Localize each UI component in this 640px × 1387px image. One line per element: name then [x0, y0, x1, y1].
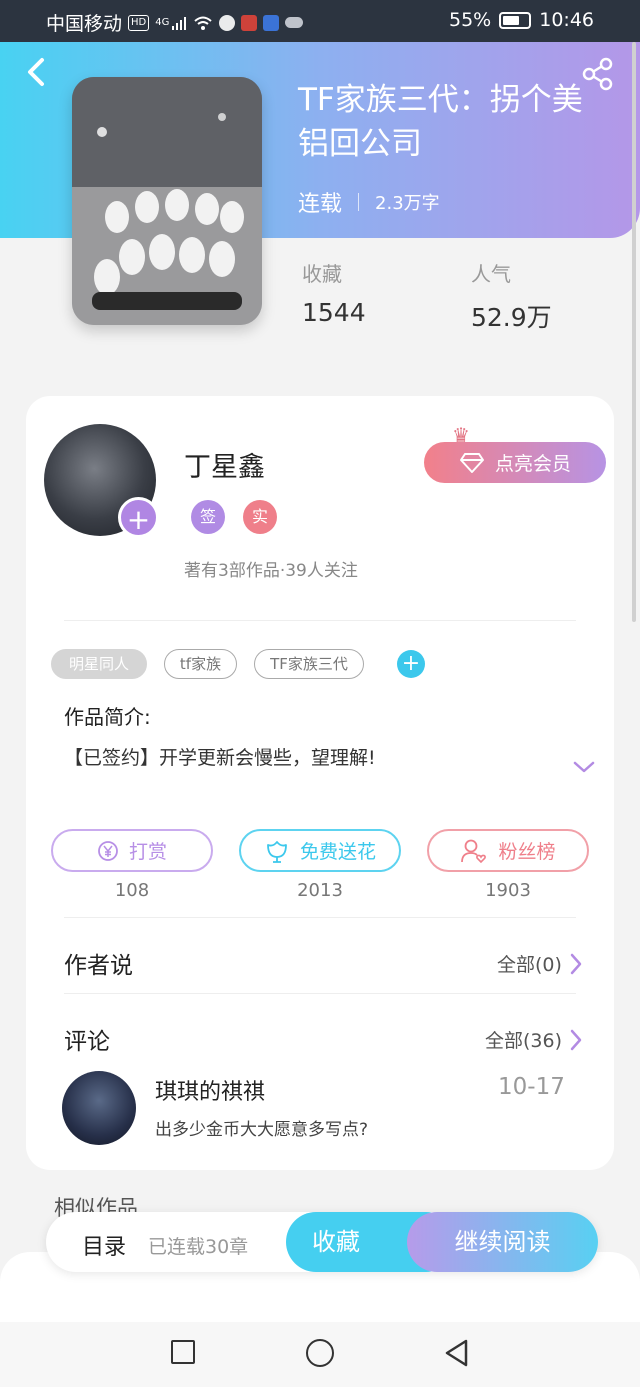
author-meta: 著有3部作品·39人关注: [184, 561, 358, 581]
continue-reading-button[interactable]: 继续阅读: [407, 1212, 598, 1272]
cloud-icon: [285, 17, 304, 28]
divider: [64, 993, 576, 994]
chevron-left-icon: [28, 58, 44, 86]
comments-more[interactable]: 全部(36): [485, 1026, 582, 1053]
battery-icon: [499, 11, 532, 29]
status-bar: 中国移动 HD 4G 55% 10:46: [0, 0, 640, 42]
send-flower-button[interactable]: 免费送花: [239, 829, 401, 872]
toc-button[interactable]: 目录: [82, 1229, 126, 1261]
signal-icon: [172, 16, 187, 30]
battery-percent: 55%: [449, 9, 492, 31]
carrier-label: 中国移动: [46, 13, 123, 35]
divider: [64, 917, 576, 918]
clock: 10:46: [539, 9, 594, 31]
comments-title: 评论: [64, 1029, 110, 1055]
back-button[interactable]: [22, 54, 52, 90]
serial-status: 连载: [298, 192, 343, 217]
system-back-button[interactable]: [442, 1338, 472, 1368]
tag-item[interactable]: TF家族三代: [254, 649, 364, 679]
browser-icon: [219, 14, 236, 31]
tip-button[interactable]: 打赏: [51, 829, 213, 872]
user-heart-icon: [461, 839, 487, 863]
add-tag-button[interactable]: +: [397, 650, 425, 678]
chevron-right-icon: [570, 953, 582, 974]
favorites-count: 1544: [302, 298, 366, 327]
recent-apps-button[interactable]: [171, 1340, 195, 1364]
follow-author-button[interactable]: +: [118, 497, 159, 538]
vip-button-label: 点亮会员: [494, 453, 571, 475]
chevron-right-icon: [570, 1029, 582, 1050]
comments-more-label: 全部(36): [485, 1030, 563, 1052]
intro-text: 【已签约】开学更新会慢些，望理解!: [64, 747, 376, 769]
author-says-more[interactable]: 全部(0): [497, 950, 582, 977]
network-type: 4G: [155, 17, 170, 28]
tag-item[interactable]: 明星同人: [51, 649, 147, 679]
commenter-name[interactable]: 琪琪的祺祺: [155, 1074, 265, 1106]
author-says-more-label: 全部(0): [497, 954, 562, 976]
chapter-count: 已连载30章: [148, 1236, 249, 1258]
huawei-app-icon: [241, 14, 258, 31]
author-says-title: 作者说: [64, 953, 133, 979]
scrollbar[interactable]: [632, 42, 636, 622]
send-flower-label: 免费送花: [299, 841, 376, 863]
book-cover-image: [72, 77, 262, 325]
chevron-down-icon: [573, 761, 595, 773]
signed-badge: 签: [191, 500, 225, 534]
yen-coin-icon: [98, 840, 118, 861]
verified-badge: 实: [243, 500, 277, 534]
tag-item[interactable]: tf家族: [164, 649, 237, 679]
divider: [358, 193, 360, 211]
comment-text[interactable]: 出多少金币大大愿意多写点?: [155, 1115, 368, 1140]
triangle-back-icon: [445, 1339, 468, 1367]
fan-ranking-button[interactable]: 粉丝榜: [427, 829, 589, 872]
hd-icon: HD: [128, 14, 150, 31]
diamond-icon: [459, 452, 484, 473]
vip-button[interactable]: 点亮会员: [424, 442, 606, 483]
popularity-label: 人气: [471, 262, 511, 286]
author-name[interactable]: 丁星鑫: [184, 445, 265, 484]
divider: [64, 620, 576, 621]
book-status-row: 连载 2.3万字: [298, 186, 440, 218]
flower-icon: [267, 840, 287, 863]
popularity-count: 52.9万: [471, 303, 552, 332]
intro-title: 作品简介:: [64, 705, 151, 729]
favorites-label: 收藏: [302, 262, 342, 286]
music-icon: [263, 14, 280, 31]
tip-count: 108: [114, 880, 150, 901]
expand-intro-button[interactable]: [572, 758, 596, 776]
word-count: 2.3万字: [375, 193, 440, 214]
fan-ranking-label: 粉丝榜: [498, 841, 556, 863]
fan-ranking-count: 1903: [485, 880, 531, 901]
home-button[interactable]: [306, 1339, 334, 1367]
commenter-avatar[interactable]: [62, 1071, 136, 1145]
wifi-icon: [194, 16, 213, 30]
book-title: TF家族三代：拐个美铝回公司: [298, 82, 583, 162]
tip-label: 打赏: [128, 841, 167, 863]
flower-count: 2013: [297, 880, 343, 901]
comment-date: 10-17: [498, 1074, 565, 1100]
